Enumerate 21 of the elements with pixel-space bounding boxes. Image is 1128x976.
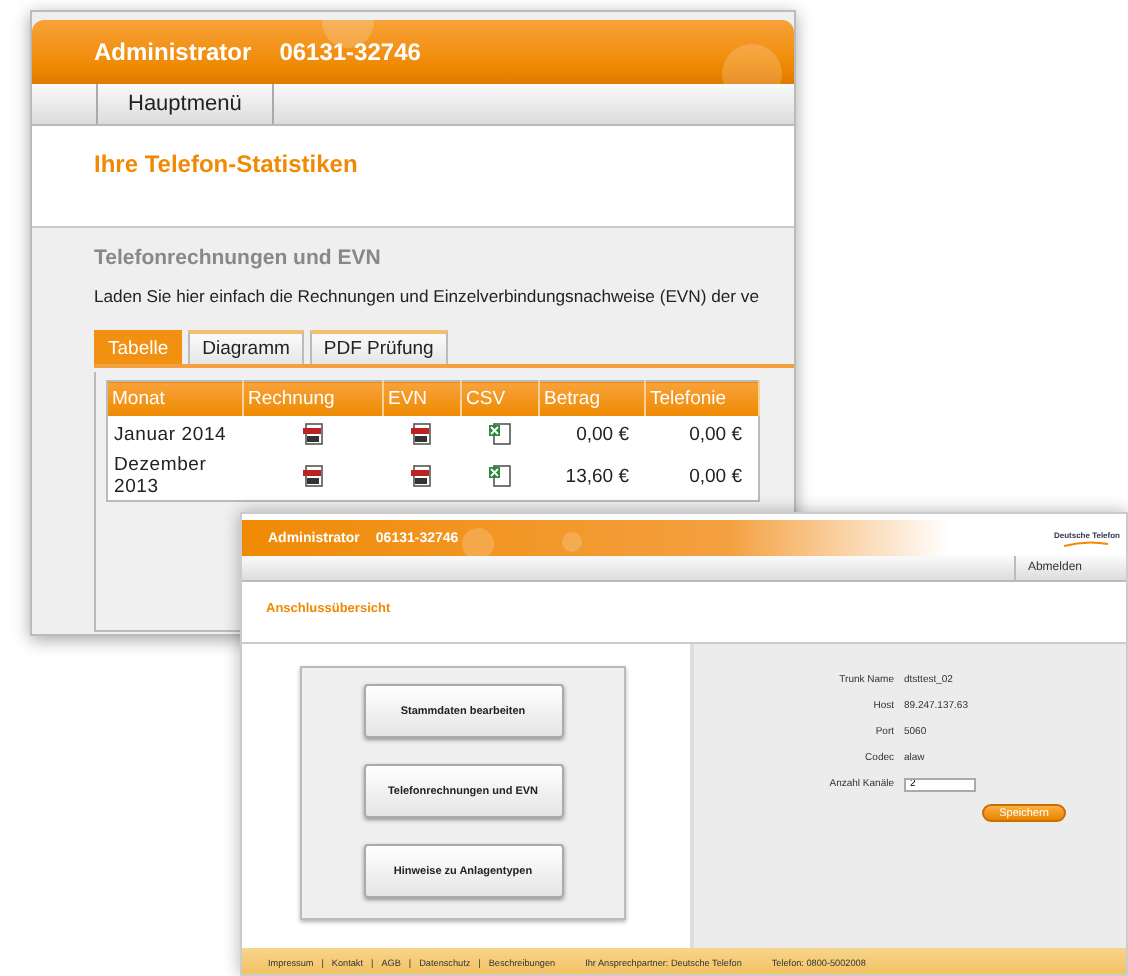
pdf-file-icon[interactable] <box>301 464 325 488</box>
table-cell: Januar 2014 <box>107 416 243 452</box>
spreadsheet-file-icon[interactable] <box>488 464 512 488</box>
pdf-file-icon[interactable] <box>301 422 325 446</box>
user-name: Administrator <box>94 38 252 66</box>
tab[interactable]: PDF Prüfung <box>309 330 448 364</box>
section-title: Telefonrechnungen und EVN <box>94 246 383 270</box>
table-cell: Dezember 2013 <box>107 452 243 501</box>
table-cell: 0,00 € <box>645 416 759 452</box>
table-cell: 13,60 € <box>539 452 645 501</box>
page-title: Ihre Telefon-Statistiken <box>94 150 360 178</box>
section-description: Laden Sie hier einfach die Rechnungen und Einzelverbindungsnachweise (EVN) der ve <box>94 286 762 306</box>
table-cell: 0,00 € <box>539 416 645 452</box>
tab[interactable]: Diagramm <box>188 330 304 364</box>
phone-number: 06131-32746 <box>279 38 421 66</box>
pdf-file-icon[interactable] <box>410 422 434 446</box>
pdf-file-icon[interactable] <box>410 464 434 488</box>
light-spot <box>562 532 582 552</box>
spreadsheet-file-icon[interactable] <box>488 422 512 446</box>
swoosh-icon <box>1062 539 1111 547</box>
table-cell: 0,00 € <box>645 452 759 501</box>
